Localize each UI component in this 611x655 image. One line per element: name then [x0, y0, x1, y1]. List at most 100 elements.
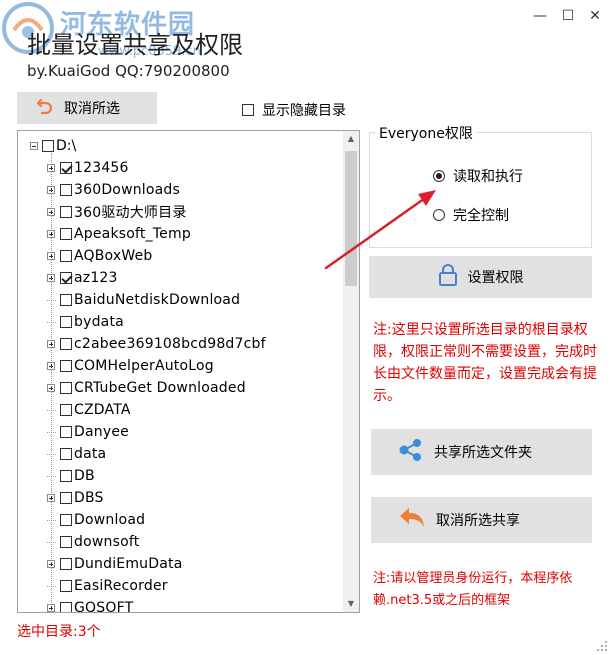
- scroll-up-arrow-icon[interactable]: ▲: [343, 131, 359, 147]
- share-icon: [398, 438, 424, 466]
- expand-icon[interactable]: [47, 362, 55, 370]
- tree-node-label: BaiduNetdiskDownload: [74, 292, 241, 308]
- tree-node[interactable]: DB: [47, 465, 343, 487]
- tree-node-checkbox[interactable]: [60, 294, 72, 306]
- directory-tree[interactable]: D:\ 123456 360Downloads 360驱动大师目录 Apeaksoft…: [17, 130, 360, 613]
- cancel-selected-shares-button[interactable]: 取消所选共享: [371, 497, 592, 543]
- tree-node-checkbox[interactable]: [60, 470, 72, 482]
- tree-node-checkbox[interactable]: [60, 360, 72, 372]
- tree-node-expander[interactable]: [47, 186, 60, 194]
- tree-node-expander[interactable]: [47, 274, 60, 282]
- expand-icon[interactable]: [47, 164, 55, 172]
- tree-node-checkbox[interactable]: [60, 338, 72, 350]
- tree-node-expander[interactable]: [47, 230, 60, 238]
- maximize-button[interactable]: ☐: [553, 6, 583, 26]
- expand-icon[interactable]: [47, 208, 55, 216]
- tree-node-checkbox[interactable]: [60, 162, 72, 174]
- tree-node-checkbox[interactable]: [60, 316, 72, 328]
- tree-node[interactable]: Apeaksoft_Temp: [47, 223, 343, 245]
- radio-full-control[interactable]: 完全控制: [433, 205, 509, 225]
- show-hidden-dirs-option[interactable]: 显示隐藏目录: [242, 100, 346, 120]
- tree-node[interactable]: c2abee369108bcd98d7cbf: [47, 333, 343, 355]
- tree-node-checkbox[interactable]: [60, 382, 72, 394]
- show-hidden-dirs-checkbox[interactable]: [242, 104, 254, 116]
- share-selected-folders-button[interactable]: 共享所选文件夹: [371, 429, 592, 475]
- radio-full-control-dot[interactable]: [433, 209, 445, 221]
- tree-node[interactable]: CZDATA: [47, 399, 343, 421]
- tree-node[interactable]: 123456: [47, 157, 343, 179]
- tree-node[interactable]: 360Downloads: [47, 179, 343, 201]
- tree-node-checkbox[interactable]: [60, 602, 72, 612]
- tree-root-checkbox[interactable]: [42, 140, 54, 152]
- tree-branch-line: [47, 409, 56, 411]
- expand-icon[interactable]: [47, 604, 55, 612]
- tree-node[interactable]: az123: [47, 267, 343, 289]
- tree-node-checkbox[interactable]: [60, 492, 72, 504]
- scroll-down-arrow-icon[interactable]: ▼: [343, 596, 359, 612]
- tree-node[interactable]: DBS: [47, 487, 343, 509]
- tree-node-label: COMHelperAutoLog: [74, 358, 214, 374]
- tree-node-expander[interactable]: [47, 604, 60, 612]
- tree-node-checkbox[interactable]: [60, 580, 72, 592]
- tree-node[interactable]: COMHelperAutoLog: [47, 355, 343, 377]
- tree-node[interactable]: Download: [47, 509, 343, 531]
- tree-root-node[interactable]: D:\: [30, 137, 76, 155]
- tree-node-checkbox[interactable]: [60, 228, 72, 240]
- tree-node-checkbox[interactable]: [60, 206, 72, 218]
- tree-node-label: 360驱动大师目录: [74, 205, 187, 221]
- resize-grip-icon[interactable]: [596, 640, 608, 652]
- tree-node-branch: [47, 299, 60, 301]
- expand-icon[interactable]: [47, 384, 55, 392]
- set-permissions-button[interactable]: 设置权限: [369, 256, 592, 298]
- cancel-selection-button[interactable]: 取消所选: [17, 92, 157, 124]
- tree-node[interactable]: downsoft: [47, 531, 343, 553]
- close-button[interactable]: ✕: [580, 6, 610, 26]
- tree-node-expander[interactable]: [47, 252, 60, 260]
- tree-node-branch: [47, 431, 60, 433]
- tree-node-checkbox[interactable]: [60, 272, 72, 284]
- tree-node[interactable]: Danyee: [47, 421, 343, 443]
- radio-read-execute-label: 读取和执行: [453, 169, 523, 185]
- tree-node[interactable]: DundiEmuData: [47, 553, 343, 575]
- expand-icon[interactable]: [47, 274, 55, 282]
- radio-read-execute-dot[interactable]: [433, 170, 445, 182]
- collapse-icon[interactable]: [30, 142, 38, 150]
- expand-icon[interactable]: [47, 186, 55, 194]
- cancel-selection-label: 取消所选: [64, 101, 120, 117]
- tree-scrollbar[interactable]: ▲ ▼: [343, 131, 359, 612]
- scrollbar-thumb[interactable]: [345, 151, 357, 286]
- tree-node[interactable]: AQBoxWeb: [47, 245, 343, 267]
- tree-node-checkbox[interactable]: [60, 250, 72, 262]
- tree-node-checkbox[interactable]: [60, 536, 72, 548]
- set-permissions-label: 设置权限: [467, 270, 524, 286]
- tree-node[interactable]: EasiRecorder: [47, 575, 343, 597]
- radio-read-execute[interactable]: 读取和执行: [433, 166, 523, 186]
- tree-node[interactable]: CRTubeGet Downloaded: [47, 377, 343, 399]
- tree-node-branch: [47, 475, 60, 477]
- tree-node[interactable]: bydata: [47, 311, 343, 333]
- tree-node-expander[interactable]: [47, 384, 60, 392]
- tree-node[interactable]: 360驱动大师目录: [47, 201, 343, 223]
- expand-icon[interactable]: [47, 340, 55, 348]
- tree-node-checkbox[interactable]: [60, 448, 72, 460]
- permissions-note: 注:这里只设置所选目录的根目录权限，权限正常则不需要设置，完成时长由文件数量而定…: [373, 322, 597, 404]
- expand-icon[interactable]: [47, 560, 55, 568]
- tree-node-expander[interactable]: [47, 494, 60, 502]
- minimize-button[interactable]: —: [525, 6, 555, 26]
- tree-node-checkbox[interactable]: [60, 426, 72, 438]
- tree-node[interactable]: data: [47, 443, 343, 465]
- expand-icon[interactable]: [47, 494, 55, 502]
- tree-node-expander[interactable]: [47, 164, 60, 172]
- tree-node-checkbox[interactable]: [60, 558, 72, 570]
- tree-node-expander[interactable]: [47, 208, 60, 216]
- tree-node-expander[interactable]: [47, 560, 60, 568]
- tree-node-checkbox[interactable]: [60, 514, 72, 526]
- tree-node-expander[interactable]: [47, 362, 60, 370]
- expand-icon[interactable]: [47, 230, 55, 238]
- tree-node-checkbox[interactable]: [60, 404, 72, 416]
- expand-icon[interactable]: [47, 252, 55, 260]
- tree-node-checkbox[interactable]: [60, 184, 72, 196]
- tree-node-expander[interactable]: [47, 340, 60, 348]
- tree-node[interactable]: BaiduNetdiskDownload: [47, 289, 343, 311]
- tree-node[interactable]: GQSOFT: [47, 597, 343, 612]
